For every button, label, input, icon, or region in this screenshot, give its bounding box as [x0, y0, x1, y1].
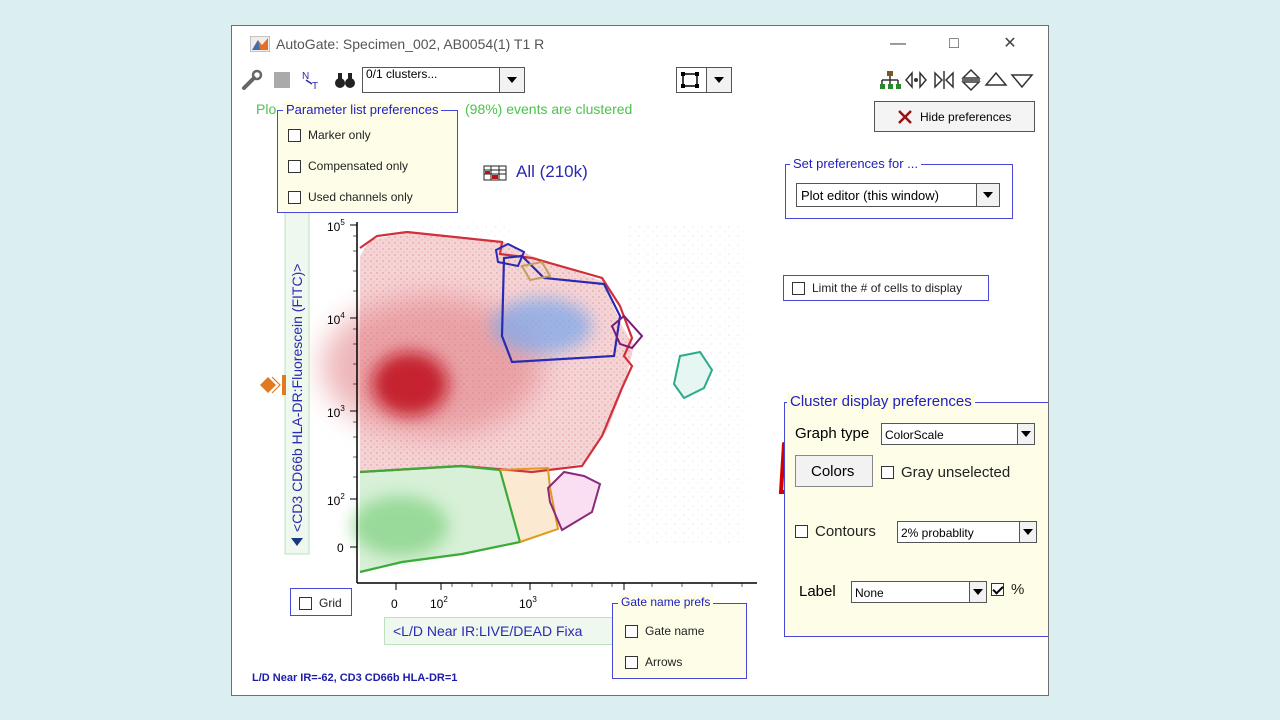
- percent-label: %: [1011, 581, 1025, 598]
- grid-option[interactable]: Grid: [299, 596, 342, 610]
- checkbox[interactable]: [288, 159, 301, 173]
- x-axis-label: <L/D Near IR:LIVE/DEAD Fixa: [393, 623, 583, 639]
- grid-label: Grid: [319, 596, 342, 610]
- gate-name-prefs-title: Gate name prefs: [618, 595, 714, 609]
- parameter-prefs-panel: Parameter list preferences Marker only C…: [277, 102, 458, 213]
- chevron-down-icon: [976, 184, 999, 206]
- x-axis-label-box[interactable]: <L/D Near IR:LIVE/DEAD Fixa: [384, 617, 616, 645]
- graph-type-select[interactable]: ColorScale: [881, 423, 1035, 445]
- checkbox[interactable]: [881, 466, 894, 479]
- used-channels-only-option[interactable]: Used channels only: [288, 190, 413, 204]
- x-tick-label: 0: [391, 597, 398, 611]
- limit-cells-option[interactable]: Limit the # of cells to display: [792, 281, 962, 295]
- set-preferences-value: Plot editor (this window): [801, 188, 939, 203]
- gate-name-option[interactable]: Gate name: [625, 624, 704, 638]
- label-label: Label: [799, 583, 836, 600]
- option-label: Gate name: [645, 624, 705, 638]
- y-tick-label: 105: [327, 218, 345, 234]
- cluster-display-panel: Cluster display preferences Graph type C…: [784, 393, 1048, 637]
- chevron-down-icon: [1019, 522, 1036, 542]
- orange-bar-marker: [282, 375, 286, 395]
- density-blue: [492, 298, 592, 354]
- parameter-prefs-title: Parameter list preferences: [283, 102, 442, 117]
- contours-value: 2% probablity: [901, 526, 974, 540]
- checkbox-checked[interactable]: [991, 583, 1004, 596]
- checkbox[interactable]: [625, 624, 638, 638]
- x-tick-label: 103: [519, 595, 537, 611]
- checkbox[interactable]: [288, 128, 301, 142]
- option-label: Marker only: [308, 128, 371, 142]
- checkbox[interactable]: [299, 596, 312, 610]
- y-tick-label: 102: [327, 492, 345, 508]
- gray-unselected-label: Gray unselected: [901, 464, 1011, 481]
- label-value: None: [855, 586, 884, 600]
- checkbox[interactable]: [625, 655, 638, 669]
- chevron-down-icon: [1017, 424, 1034, 444]
- arrows-option[interactable]: Arrows: [625, 655, 682, 669]
- contours-select[interactable]: 2% probablity: [897, 521, 1037, 543]
- density-red-peak: [372, 352, 448, 416]
- gray-unselected-option[interactable]: Gray unselected: [881, 464, 1010, 481]
- contours-label: Contours: [815, 523, 876, 540]
- y-tick-label: 0: [337, 541, 344, 555]
- population-icon: [483, 165, 507, 181]
- colors-button[interactable]: Colors: [795, 455, 873, 487]
- contours-option[interactable]: Contours: [795, 523, 876, 540]
- label-select[interactable]: None: [851, 581, 987, 603]
- graph-type-label: Graph type: [795, 425, 870, 442]
- set-preferences-select[interactable]: Plot editor (this window): [796, 183, 1000, 207]
- checkbox[interactable]: [792, 281, 805, 295]
- status-line: L/D Near IR=-62, CD3 CD66b HLA-DR=1: [252, 672, 458, 684]
- option-label: Compensated only: [308, 159, 409, 173]
- chevron-down-icon: [969, 582, 986, 602]
- marker-only-option[interactable]: Marker only: [288, 128, 371, 142]
- checkbox[interactable]: [288, 190, 301, 204]
- y-axis-label: <CD3 CD66b HLA-DR:Fluorescein (FITC)>: [289, 264, 305, 532]
- option-label: Arrows: [645, 655, 683, 669]
- gate-name-prefs-panel: Gate name prefs Gate name Arrows: [612, 595, 747, 679]
- set-preferences-title: Set preferences for ...: [790, 156, 922, 171]
- cluster-display-title: Cluster display preferences: [787, 393, 975, 410]
- limit-cells-label: Limit the # of cells to display: [812, 281, 963, 295]
- grid-panel: Grid: [290, 588, 352, 616]
- checkbox[interactable]: [795, 525, 808, 538]
- density-green-peak: [352, 496, 448, 556]
- y-tick-label: 104: [327, 311, 345, 327]
- colors-button-label: Colors: [811, 463, 855, 480]
- percent-option[interactable]: %: [991, 581, 1024, 598]
- graph-type-value: ColorScale: [885, 428, 944, 442]
- option-label: Used channels only: [308, 190, 413, 204]
- autogate-window: AutoGate: Specimen_002, AB0054(1) T1 R —…: [231, 25, 1049, 696]
- population-label[interactable]: All (210k): [516, 162, 588, 182]
- compensated-only-option[interactable]: Compensated only: [288, 159, 408, 173]
- limit-cells-panel: Limit the # of cells to display: [783, 275, 989, 301]
- x-tick-label: 102: [430, 595, 448, 611]
- y-tick-label: 103: [327, 404, 345, 420]
- set-preferences-panel: Set preferences for ... Plot editor (thi…: [785, 156, 1013, 219]
